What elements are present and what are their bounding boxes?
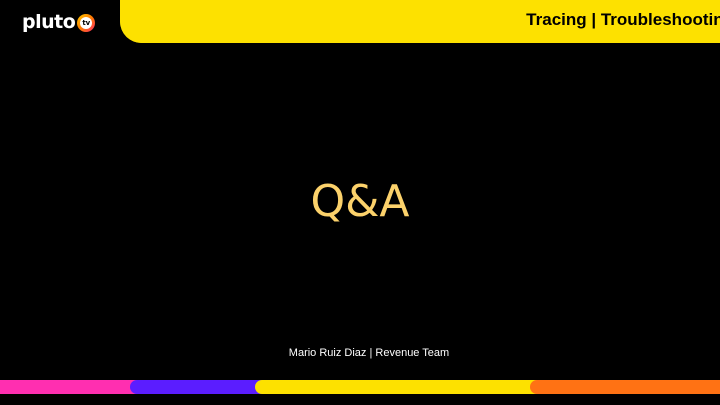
header-title: Tracing | Troubleshooting — [526, 10, 720, 29]
logo-badge-text: tv — [80, 17, 93, 29]
tv-badge-icon: tv — [77, 14, 96, 32]
stripe-orange — [530, 380, 720, 394]
stripe-pink — [0, 380, 150, 394]
presenter-caption: Mario Ruiz Diaz | Revenue Team — [288, 347, 450, 359]
stripe-yellow — [255, 380, 555, 394]
slide-title: Q&A — [310, 176, 410, 227]
header-banner: Tracing | Troubleshooting — [120, 0, 720, 43]
pluto-tv-logo: pluto tv — [22, 9, 96, 35]
logo-text: pluto — [22, 11, 76, 33]
slide: Tracing | Troubleshooting pluto tv Q&A M… — [0, 0, 720, 405]
